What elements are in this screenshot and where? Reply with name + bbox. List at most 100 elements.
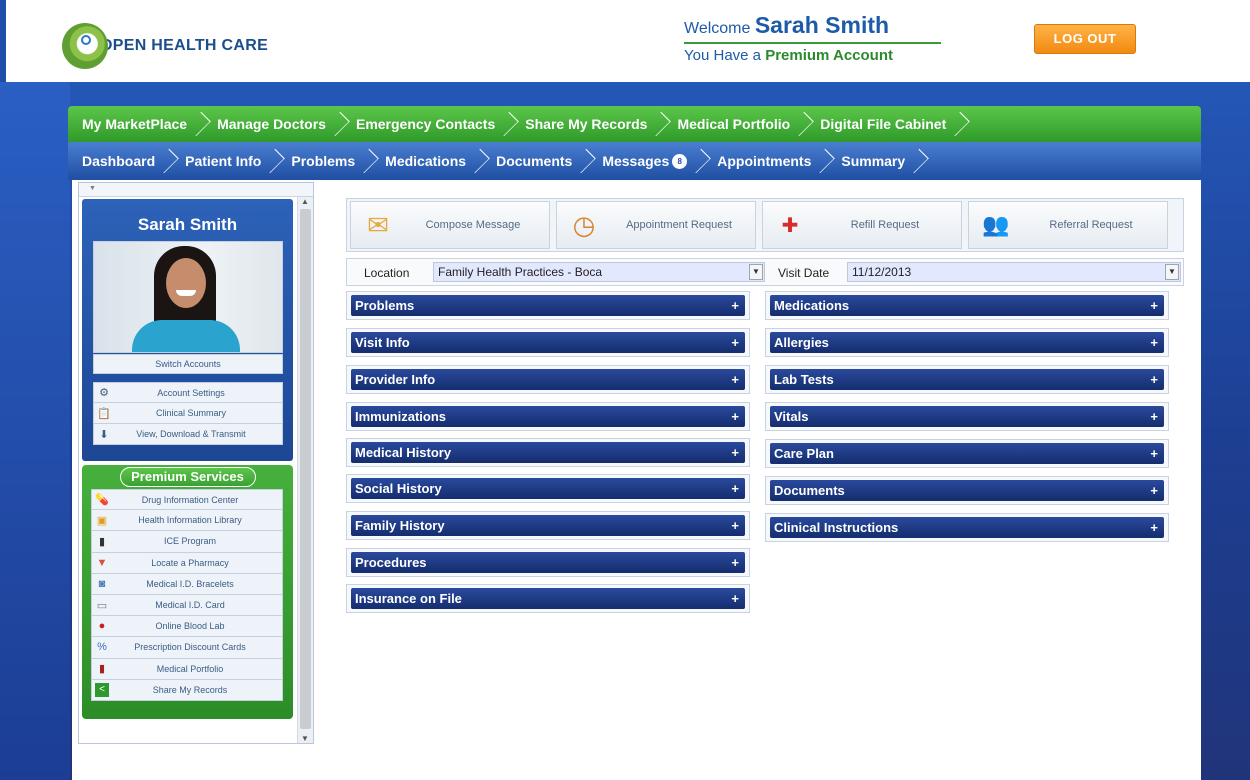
premium-item-discount-cards[interactable]: % Prescription Discount Cards	[91, 637, 283, 659]
tab-problems[interactable]: Problems	[277, 142, 371, 180]
tab-patient-info[interactable]: Patient Info	[171, 142, 277, 180]
phone-icon: ▮	[98, 535, 106, 548]
referral-request-button[interactable]: 👥 Referral Request	[968, 201, 1168, 249]
tab-dashboard[interactable]: Dashboard	[68, 142, 171, 180]
nav-manage-doctors[interactable]: Manage Doctors	[203, 106, 342, 142]
premium-item-drug-information[interactable]: 💊 Drug Information Center	[91, 489, 283, 511]
tab-documents[interactable]: Documents	[482, 142, 588, 180]
compose-message-button[interactable]: ✉ Compose Message	[350, 201, 550, 249]
premium-item-label: Drug Information Center	[141, 494, 239, 505]
visit-filters: Location Family Health Practices - Boca …	[346, 258, 1184, 286]
brand-name: OPEN HEALTH CARE	[100, 37, 269, 54]
sidebar-collapse-bar[interactable]: ▼	[79, 183, 313, 197]
section-clinical-instructions[interactable]: Clinical Instructions +	[765, 513, 1169, 542]
section-title: Visit Info	[355, 335, 410, 350]
expand-icon[interactable]: +	[731, 332, 739, 353]
premium-item-id-card[interactable]: ▭ Medical I.D. Card	[91, 594, 283, 617]
nav-medical-portfolio[interactable]: Medical Portfolio	[663, 106, 806, 142]
section-family-history[interactable]: Family History +	[346, 511, 750, 540]
section-visit-info[interactable]: Visit Info +	[346, 328, 750, 357]
scrollbar-thumb[interactable]	[300, 209, 311, 729]
chevron-down-icon: ▼	[1165, 264, 1179, 280]
account-prefix: You Have a	[684, 47, 766, 64]
sidebar-scrollbar[interactable]: ▲ ▼	[297, 197, 313, 743]
view-download-transmit-link[interactable]: ⬇ View, Download & Transmit	[93, 424, 283, 445]
premium-item-id-bracelets[interactable]: ◙ Medical I.D. Bracelets	[91, 573, 283, 595]
section-medical-history[interactable]: Medical History +	[346, 438, 750, 467]
premium-item-ice-program[interactable]: ▮ ICE Program	[91, 531, 283, 553]
messages-count-badge: 8	[672, 153, 688, 169]
expand-icon[interactable]: +	[731, 588, 739, 609]
premium-item-label: Locate a Pharmacy	[151, 557, 229, 568]
premium-services-title: Premium Services	[119, 467, 256, 487]
welcome-user-name: Sarah Smith	[754, 12, 890, 38]
section-care-plan[interactable]: Care Plan +	[765, 439, 1169, 468]
scroll-up-icon[interactable]: ▲	[301, 197, 309, 206]
tab-messages[interactable]: Messages 8	[588, 142, 703, 180]
clock-icon: ◷	[572, 209, 596, 240]
expand-icon[interactable]: +	[731, 478, 739, 499]
premium-item-health-library[interactable]: ▣ Health Information Library	[91, 510, 283, 532]
section-title: Immunizations	[355, 409, 447, 424]
top-nav: My MarketPlace Manage Doctors Emergency …	[68, 106, 1201, 142]
sidebar: ▼ Sarah Smith Switch Accounts ⚙ Account …	[78, 182, 314, 744]
expand-icon[interactable]: +	[1150, 480, 1158, 501]
expand-icon[interactable]: +	[731, 442, 739, 463]
premium-item-locate-pharmacy[interactable]: ▼ Locate a Pharmacy	[91, 552, 283, 574]
expand-icon[interactable]: +	[731, 369, 739, 390]
section-procedures[interactable]: Procedures +	[346, 548, 750, 577]
expand-icon[interactable]: +	[731, 406, 739, 427]
section-allergies[interactable]: Allergies +	[765, 328, 1169, 357]
scroll-down-icon[interactable]: ▼	[301, 734, 309, 743]
expand-icon[interactable]: +	[1150, 517, 1158, 538]
expand-icon[interactable]: +	[1150, 332, 1158, 353]
section-medications[interactable]: Medications +	[765, 291, 1169, 320]
nav-share-my-records[interactable]: Share My Records	[511, 106, 663, 142]
nav-digital-file-cabinet[interactable]: Digital File Cabinet	[806, 106, 962, 142]
section-insurance-on-file[interactable]: Insurance on File +	[346, 584, 750, 613]
pill-icon: 💊	[95, 494, 109, 507]
expand-icon[interactable]: +	[1150, 369, 1158, 390]
location-select[interactable]: Family Health Practices - Boca ▼	[433, 262, 765, 282]
pharmacy-icon: ▼	[96, 556, 108, 569]
envelope-icon: ✉	[367, 209, 389, 240]
logout-button[interactable]: LOG OUT	[1034, 24, 1136, 54]
logo[interactable]: OPEN HEALTH CARE	[62, 22, 268, 70]
nav-my-marketplace[interactable]: My MarketPlace	[68, 106, 203, 142]
premium-item-medical-portfolio[interactable]: ▮ Medical Portfolio	[91, 658, 283, 680]
switch-accounts-link[interactable]: Switch Accounts	[93, 354, 283, 374]
appointment-request-button[interactable]: ◷ Appointment Request	[556, 201, 756, 249]
tab-summary[interactable]: Summary	[827, 142, 921, 180]
premium-item-share-records[interactable]: < Share My Records	[91, 679, 283, 701]
card-icon: ▭	[96, 599, 108, 612]
section-title: Social History	[355, 481, 442, 496]
section-social-history[interactable]: Social History +	[346, 474, 750, 503]
expand-icon[interactable]: +	[731, 552, 739, 573]
profile-photo	[93, 241, 283, 353]
clinical-summary-link[interactable]: 📋 Clinical Summary	[93, 403, 283, 424]
expand-icon[interactable]: +	[1150, 406, 1158, 427]
expand-icon[interactable]: +	[1150, 295, 1158, 316]
section-vitals[interactable]: Vitals +	[765, 402, 1169, 431]
account-item-label: View, Download & Transmit	[136, 429, 246, 439]
section-lab-tests[interactable]: Lab Tests +	[765, 365, 1169, 394]
refill-request-button[interactable]: ✚ Refill Request	[762, 201, 962, 249]
premium-item-blood-lab[interactable]: ● Online Blood Lab	[91, 616, 283, 638]
tab-medications[interactable]: Medications	[371, 142, 482, 180]
nav-emergency-contacts[interactable]: Emergency Contacts	[342, 106, 511, 142]
expand-icon[interactable]: +	[1150, 443, 1158, 464]
expand-icon[interactable]: +	[731, 295, 739, 316]
expand-icon[interactable]: +	[731, 515, 739, 536]
section-documents[interactable]: Documents +	[765, 476, 1169, 505]
premium-item-label: Medical Portfolio	[156, 663, 224, 674]
section-immunizations[interactable]: Immunizations +	[346, 402, 750, 431]
tab-appointments[interactable]: Appointments	[703, 142, 827, 180]
medicine-bottle-icon: ✚	[781, 214, 799, 237]
account-settings-link[interactable]: ⚙ Account Settings	[93, 382, 283, 403]
section-title: Care Plan	[774, 446, 834, 461]
visit-date-select[interactable]: 11/12/2013 ▼	[847, 262, 1181, 282]
section-problems[interactable]: Problems +	[346, 291, 750, 320]
section-title: Provider Info	[355, 372, 436, 387]
profile-name: Sarah Smith	[137, 215, 238, 234]
section-provider-info[interactable]: Provider Info +	[346, 365, 750, 394]
